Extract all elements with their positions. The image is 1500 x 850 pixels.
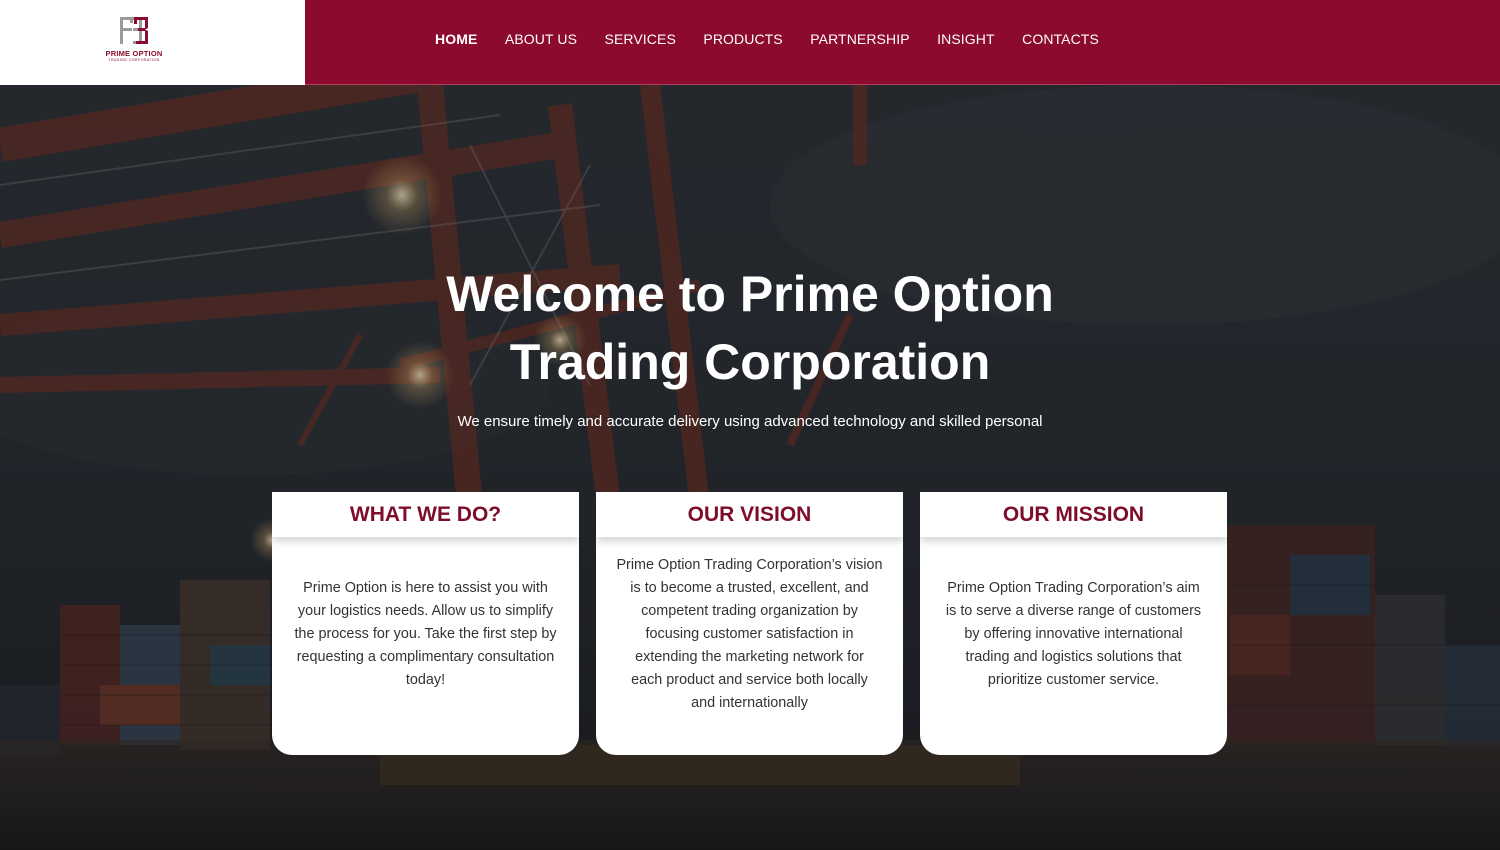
card-text-line: today! (405, 672, 446, 688)
logo[interactable]: PRIME OPTION TRADING CORPORATION (0, 0, 305, 85)
main-nav: HOME ABOUT US SERVICES PRODUCTS PARTNERS… (435, 0, 1126, 78)
card-text-line: is to serve a diverse range of customers (945, 603, 1202, 619)
card-title: WHAT WE DO? (272, 492, 579, 537)
card-title: OUR MISSION (920, 492, 1227, 537)
site-header: PRIME OPTION TRADING CORPORATION HOME AB… (0, 0, 1500, 85)
card-text-line: extending the marketing network for (635, 649, 864, 665)
what-we-do-card: WHAT WE DO? Prime Option is here to assi… (272, 492, 579, 755)
card-text-line: is to become a trusted, excellent, and (630, 580, 869, 596)
nav-services[interactable]: SERVICES (605, 31, 676, 47)
card-title: OUR VISION (596, 492, 903, 537)
card-text: Prime Option Trading Corporation’s visio… (596, 537, 903, 715)
card-text-line: trading and logistics solutions that (965, 649, 1182, 665)
card-text-line: Prime Option is here to assist you with (303, 580, 548, 596)
hero-section: Welcome to Prime Option Trading Corporat… (0, 85, 1500, 850)
nav-about-us[interactable]: ABOUT US (505, 31, 577, 47)
our-vision-card: OUR VISION Prime Option Trading Corporat… (596, 492, 903, 755)
hero-title: Welcome to Prime Option Trading Corporat… (350, 260, 1150, 396)
card-text: Prime Option is here to assist you with … (272, 537, 579, 692)
card-text-line: competent trading organization by (641, 603, 858, 619)
hero-title-line2: Trading Corporation (509, 334, 991, 390)
card-text-line: the process for you. Take the first step… (294, 626, 557, 642)
card-text: Prime Option Trading Corporation’s aim i… (920, 537, 1227, 692)
our-mission-card: OUR MISSION Prime Option Trading Corpora… (920, 492, 1227, 755)
nav-insight[interactable]: INSIGHT (937, 31, 994, 47)
hero-subtitle: We ensure timely and accurate delivery u… (457, 413, 1043, 430)
card-text-line: your logistics needs. Allow us to simpli… (297, 603, 554, 619)
logo-mark-icon (120, 17, 148, 44)
card-text-line: focusing customer satisfaction in (645, 626, 854, 642)
card-text-line: by offering innovative international (964, 626, 1183, 642)
hero-title-line1: Welcome to Prime Option (446, 266, 1054, 322)
card-text-line: each product and service both locally (631, 672, 868, 688)
card-text-line: Prime Option Trading Corporation’s aim (947, 580, 1200, 596)
card-text-line: and internationally (691, 695, 808, 711)
nav-home[interactable]: HOME (435, 31, 477, 47)
card-text-line: Prime Option Trading Corporation’s visio… (616, 557, 883, 573)
card-text-line: requesting a complimentary consultation (296, 649, 555, 665)
nav-products[interactable]: PRODUCTS (703, 31, 782, 47)
nav-bar: HOME ABOUT US SERVICES PRODUCTS PARTNERS… (305, 0, 1500, 85)
logo-tagline: TRADING CORPORATION (108, 58, 160, 62)
card-text-line: prioritize customer service. (987, 672, 1160, 688)
nav-partnership[interactable]: PARTNERSHIP (810, 31, 909, 47)
logo-name: PRIME OPTION (105, 49, 163, 58)
nav-contacts[interactable]: CONTACTS (1022, 31, 1099, 47)
